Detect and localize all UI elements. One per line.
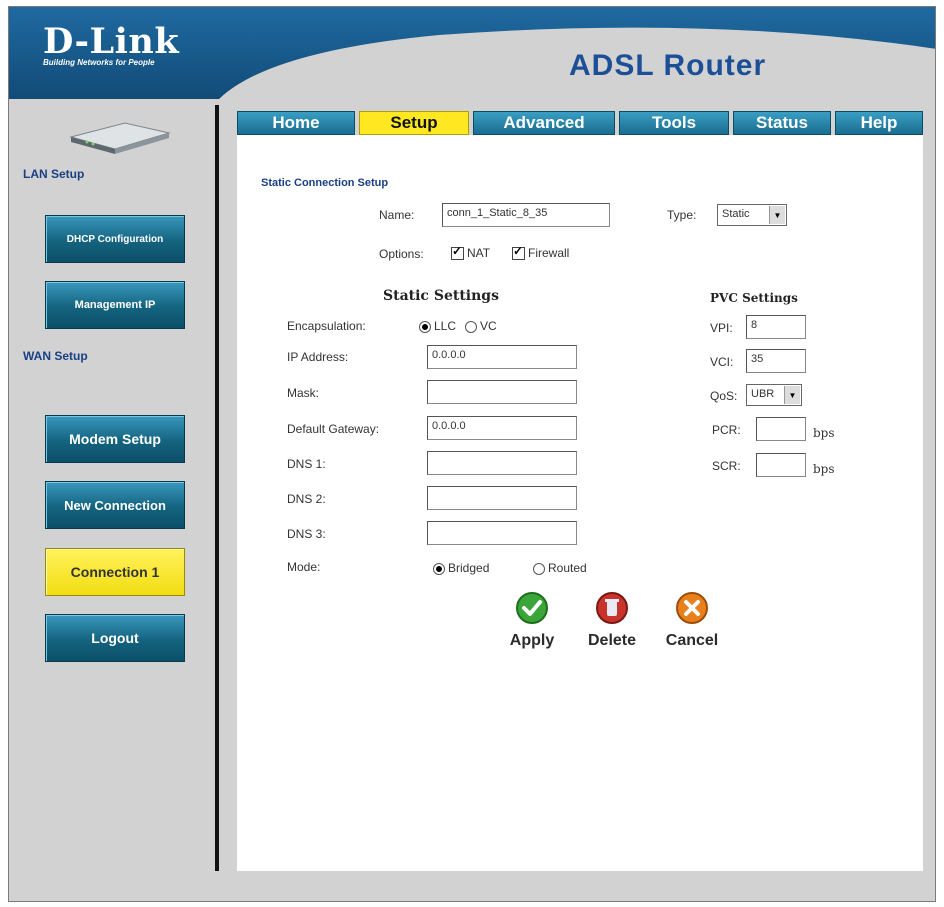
nat-option[interactable]: NAT <box>451 244 491 261</box>
product-title: ADSL Router <box>569 49 767 82</box>
dns2-input[interactable] <box>427 486 577 510</box>
firewall-checkbox[interactable] <box>512 244 525 261</box>
header-banner: D-Link Building Networks for People ADSL… <box>9 7 935 107</box>
content-panel: Static Connection Setup Name: conn_1_Sta… <box>237 135 923 871</box>
pcr-unit: bps <box>813 426 835 440</box>
router-device-icon <box>65 119 175 160</box>
dns1-input[interactable] <box>427 451 577 475</box>
mode-routed-option[interactable]: Routed <box>533 561 587 575</box>
vpi-input[interactable]: 8 <box>746 315 806 339</box>
dhcp-configuration-button[interactable]: DHCP Configuration <box>45 215 185 263</box>
pcr-input[interactable] <box>756 417 806 441</box>
apply-label: Apply <box>509 632 555 649</box>
scr-unit: bps <box>813 462 835 476</box>
name-label: Name: <box>379 208 415 222</box>
qos-select[interactable]: UBR ▼ <box>746 384 802 406</box>
dns3-input[interactable] <box>427 521 577 545</box>
default-gateway-label: Default Gateway: <box>287 422 380 436</box>
mode-bridged-option[interactable]: Bridged <box>433 561 489 575</box>
qos-label: QoS: <box>710 389 738 403</box>
type-label: Type: <box>667 208 697 222</box>
tab-advanced[interactable]: Advanced <box>473 111 615 135</box>
vci-input[interactable]: 35 <box>746 349 806 373</box>
dns3-label: DNS 3: <box>287 527 326 541</box>
dns1-label: DNS 1: <box>287 457 326 471</box>
router-admin-page: D-Link Building Networks for People ADSL… <box>8 6 936 902</box>
chevron-down-icon: ▼ <box>769 206 785 224</box>
pcr-label: PCR: <box>712 423 741 437</box>
logout-button[interactable]: Logout <box>45 614 185 662</box>
pvc-settings-heading: PVC Settings <box>710 291 798 305</box>
sidebar-divider <box>215 105 219 897</box>
cancel-button[interactable]: Cancel <box>657 591 727 650</box>
logo-tagline: Building Networks for People <box>43 58 155 67</box>
apply-button[interactable]: Apply <box>497 591 567 650</box>
chevron-down-icon: ▼ <box>784 386 800 404</box>
delete-label: Delete <box>587 632 637 649</box>
new-connection-button[interactable]: New Connection <box>45 481 185 529</box>
vpi-label: VPI: <box>710 321 733 335</box>
mode-label: Mode: <box>287 560 321 574</box>
vc-label: VC <box>480 319 497 333</box>
default-gateway-input[interactable]: 0.0.0.0 <box>427 416 577 440</box>
scr-label: SCR: <box>712 459 741 473</box>
section-title: Static Connection Setup <box>261 177 389 189</box>
firewall-label: Firewall <box>528 246 570 260</box>
tab-setup[interactable]: Setup <box>359 111 469 135</box>
delete-trash-icon <box>596 592 628 624</box>
static-settings-heading: Static Settings <box>383 288 499 304</box>
management-ip-button[interactable]: Management IP <box>45 281 185 329</box>
llc-radio[interactable] <box>419 320 431 333</box>
llc-label: LLC <box>434 319 457 333</box>
options-label: Options: <box>379 247 424 261</box>
connection-type-select[interactable]: Static ▼ <box>717 204 787 226</box>
connection-name-input[interactable]: conn_1_Static_8_35 <box>442 203 610 227</box>
tab-help[interactable]: Help <box>835 111 923 135</box>
mask-label: Mask: <box>287 386 320 400</box>
nat-label: NAT <box>467 246 491 260</box>
routed-radio[interactable] <box>533 562 545 575</box>
modem-setup-button[interactable]: Modem Setup <box>45 415 185 463</box>
firewall-option[interactable]: Firewall <box>512 244 570 261</box>
vc-radio[interactable] <box>465 320 477 333</box>
bridged-radio[interactable] <box>433 562 445 575</box>
cancel-x-icon <box>676 592 708 624</box>
encapsulation-label: Encapsulation: <box>287 319 366 333</box>
apply-checkmark-icon <box>516 592 548 624</box>
nat-checkbox[interactable] <box>451 244 464 261</box>
vci-label: VCI: <box>710 355 734 369</box>
qos-value: UBR <box>751 388 775 400</box>
encapsulation-vc-option[interactable]: VC <box>465 319 497 333</box>
dlink-logo: D-Link <box>43 21 180 62</box>
scr-input[interactable] <box>756 453 806 477</box>
bridged-label: Bridged <box>448 561 490 575</box>
cancel-label: Cancel <box>665 632 719 649</box>
footer-bar <box>9 871 935 901</box>
delete-button[interactable]: Delete <box>577 591 647 650</box>
dns2-label: DNS 2: <box>287 492 326 506</box>
wan-setup-heading: WAN Setup <box>23 349 88 363</box>
ip-address-input[interactable]: 0.0.0.0 <box>427 345 577 369</box>
ip-address-label: IP Address: <box>287 350 349 364</box>
encapsulation-llc-option[interactable]: LLC <box>419 319 456 333</box>
tab-home[interactable]: Home <box>237 111 355 135</box>
mask-input[interactable] <box>427 380 577 404</box>
routed-label: Routed <box>548 561 587 575</box>
connection-type-value: Static <box>722 208 750 220</box>
connection-1-button[interactable]: Connection 1 <box>45 548 185 596</box>
lan-setup-heading: LAN Setup <box>23 167 85 181</box>
tab-tools[interactable]: Tools <box>619 111 729 135</box>
tab-status[interactable]: Status <box>733 111 831 135</box>
